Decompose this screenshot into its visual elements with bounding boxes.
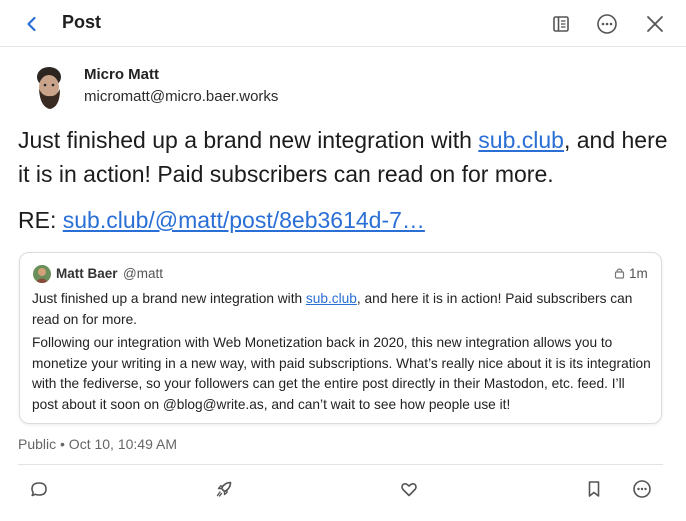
like-button[interactable] bbox=[398, 478, 420, 500]
quoted-paragraph-2: Following our integration with Web Monet… bbox=[32, 335, 651, 412]
re-label: RE: bbox=[18, 207, 63, 233]
re-line: RE: sub.club/@matt/post/8eb3614d-7… bbox=[18, 203, 425, 237]
lock-icon bbox=[614, 267, 625, 279]
post-text: Just finished up a brand new integration… bbox=[18, 127, 479, 153]
quoted-link[interactable]: sub.club bbox=[306, 291, 357, 306]
back-button[interactable] bbox=[22, 14, 42, 34]
bookmark-icon bbox=[588, 481, 600, 497]
re-link[interactable]: sub.club/@matt/post/8eb3614d-7… bbox=[63, 207, 425, 233]
post-link[interactable]: sub.club bbox=[478, 127, 564, 153]
more-horizontal-icon bbox=[597, 14, 617, 34]
post-meta: Public • Oct 10, 10:49 AM bbox=[18, 436, 177, 452]
close-icon bbox=[647, 16, 663, 32]
quoted-paragraph-1: Just finished up a brand new integration… bbox=[32, 289, 652, 330]
quoted-post-card[interactable]: Matt Baer @matt 1m Just finished up a br… bbox=[19, 252, 662, 424]
author-handle[interactable]: micromatt@micro.baer.works bbox=[84, 88, 278, 105]
quoted-avatar[interactable] bbox=[33, 265, 51, 283]
post-content: Just finished up a brand new integration… bbox=[18, 123, 668, 191]
quoted-timestamp: 1m bbox=[629, 266, 648, 281]
like-heart-icon bbox=[401, 482, 417, 497]
more-options-button[interactable] bbox=[596, 13, 618, 35]
quoted-author-name[interactable]: Matt Baer bbox=[56, 266, 118, 281]
reader-view-icon bbox=[553, 16, 569, 32]
quoted-text-span: Just finished up a brand new integration… bbox=[32, 291, 306, 306]
reply-button[interactable] bbox=[28, 478, 50, 500]
quoted-author-handle[interactable]: @matt bbox=[123, 266, 163, 281]
chevron-left-icon bbox=[27, 16, 36, 32]
header-bar: Post bbox=[0, 0, 686, 47]
author-name[interactable]: Micro Matt bbox=[84, 66, 159, 83]
bookmark-button[interactable] bbox=[583, 478, 605, 500]
more-horizontal-icon bbox=[633, 480, 651, 498]
page-title: Post bbox=[62, 12, 102, 32]
reader-view-button[interactable] bbox=[550, 13, 572, 35]
boost-button[interactable] bbox=[213, 478, 235, 500]
divider bbox=[18, 464, 663, 465]
boost-rocket-icon bbox=[216, 481, 232, 497]
more-actions-button[interactable] bbox=[631, 478, 653, 500]
close-button[interactable] bbox=[644, 13, 666, 35]
reply-icon bbox=[31, 482, 47, 497]
quoted-text: Just finished up a brand new integration… bbox=[32, 289, 652, 418]
avatar[interactable] bbox=[26, 63, 76, 113]
